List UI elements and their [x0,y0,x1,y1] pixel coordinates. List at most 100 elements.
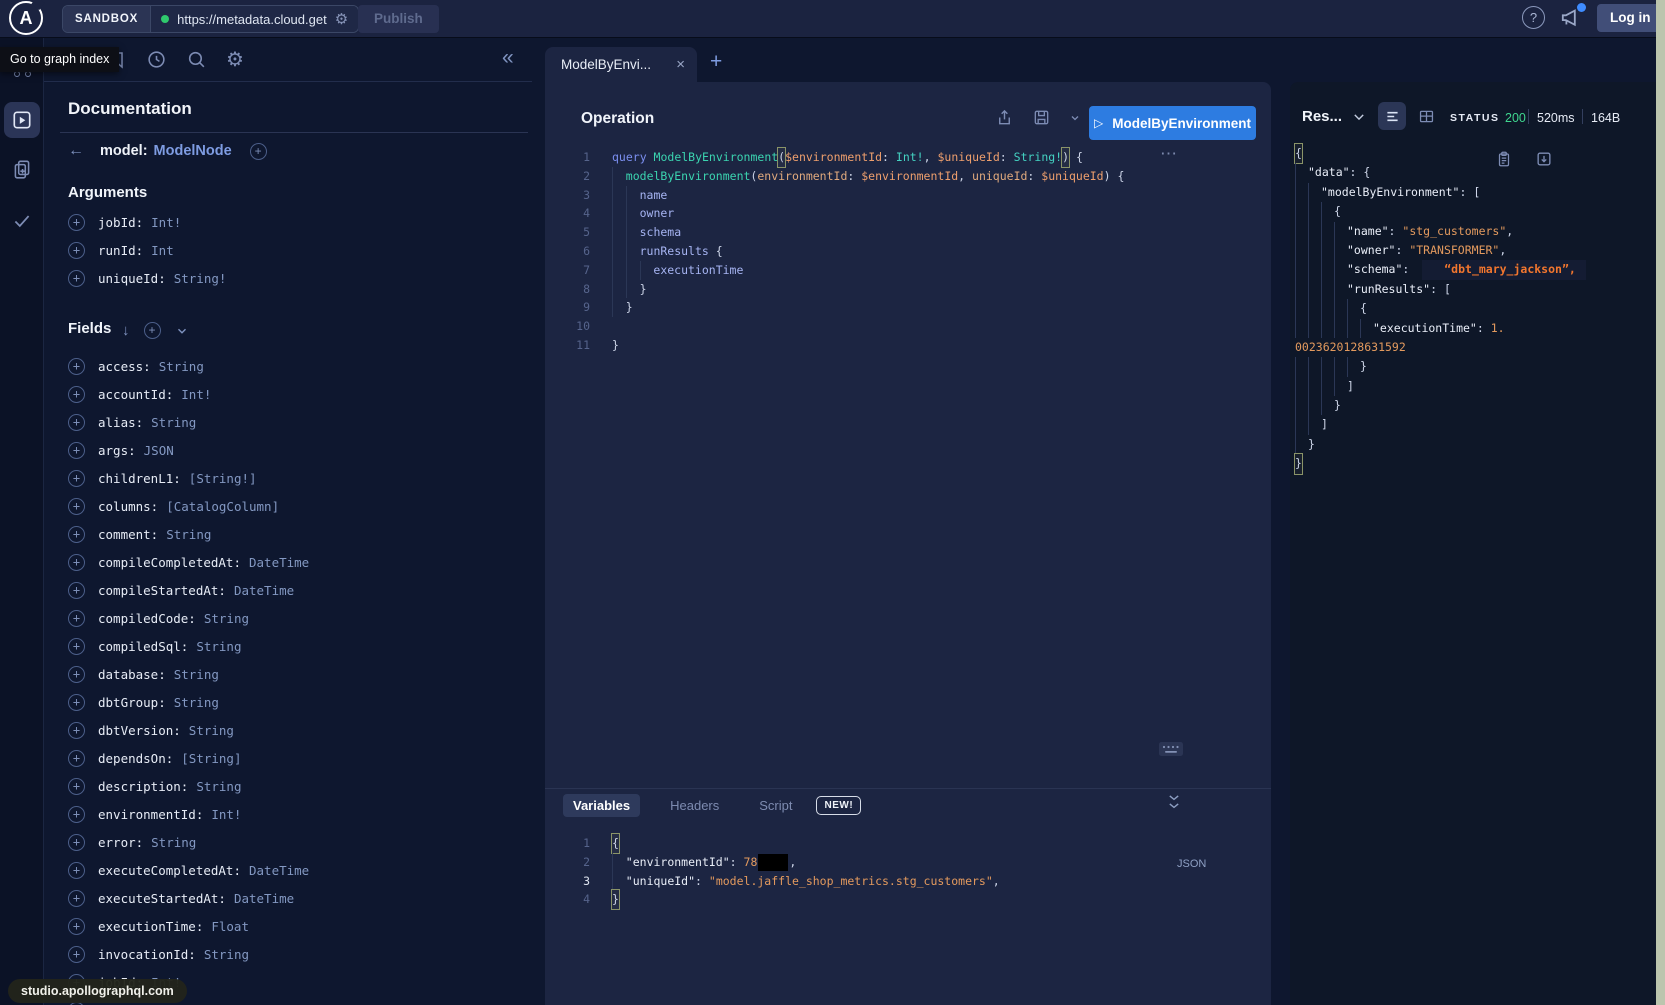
add-to-operation-icon[interactable]: + [68,750,85,767]
field-type-link[interactable]: DateTime [234,891,294,906]
field-type-link[interactable]: String [151,415,196,430]
add-to-operation-icon[interactable]: + [68,470,85,487]
code-token: : [1402,260,1416,279]
add-to-operation-icon[interactable]: + [68,806,85,823]
raw-view-button[interactable] [1378,102,1406,130]
add-to-operation-icon[interactable]: + [68,946,85,963]
add-to-operation-icon[interactable]: + [68,498,85,515]
query-editor[interactable]: 1query ModelByEnvironment($environmentId… [555,148,1255,355]
add-to-operation-icon[interactable]: + [68,414,85,431]
add-to-operation-icon[interactable]: + [68,666,85,683]
login-button[interactable]: Log in [1597,4,1664,32]
field-type-link[interactable]: String [151,835,196,850]
table-view-button[interactable] [1412,102,1440,130]
add-to-operation-icon[interactable]: + [68,358,85,375]
endpoint-settings-gear-icon[interactable]: ⚙ [335,12,348,27]
field-type-link[interactable]: [CatalogColumn] [166,499,279,514]
operation-collection-nav-item[interactable] [11,158,33,180]
back-arrow-icon[interactable]: ← [68,142,90,160]
collapse-panel-icon[interactable]: « [502,46,514,70]
variables-editor[interactable]: 1{2"environmentId": 78,3"uniqueId": "mod… [555,834,1255,909]
add-to-operation-icon[interactable]: + [68,270,85,287]
indent-guide [1295,299,1308,318]
field-type-link[interactable]: String! [174,271,227,286]
field-type-link[interactable]: String [204,947,249,962]
field-type-link[interactable]: JSON [144,443,174,458]
chevron-glyph [1352,112,1366,122]
field-row: +description:String [68,772,309,800]
add-to-operation-icon[interactable]: + [68,526,85,543]
add-to-operation-icon[interactable]: + [68,610,85,627]
tab-headers[interactable]: Headers [660,794,729,817]
field-type-link[interactable]: String [189,723,234,738]
graph-endpoint-control[interactable]: SANDBOX https://metadata.cloud.get ⚙ [62,5,359,33]
add-to-operation-icon[interactable]: + [68,694,85,711]
publish-button[interactable]: Publish [358,5,439,33]
share-operation-icon[interactable] [995,108,1014,127]
copy-response-icon[interactable] [1495,150,1513,168]
field-type-link[interactable]: String [174,695,219,710]
field-type-link[interactable]: DateTime [249,863,309,878]
tab-script[interactable]: Script [749,794,802,817]
field-type-link[interactable]: [String!] [189,471,257,486]
field-type-link[interactable]: Float [211,919,249,934]
field-type-link[interactable]: String [159,359,204,374]
response-dropdown-chevron-icon[interactable] [1352,112,1366,122]
operation-tab-title[interactable]: ModelByEnvi... [561,57,668,72]
field-type-link[interactable]: Int! [151,215,181,230]
close-tab-icon[interactable]: × [676,56,685,73]
help-icon[interactable]: ? [1522,6,1545,29]
apollo-logo-icon[interactable]: A [9,1,43,35]
field-type-link[interactable]: DateTime [234,583,294,598]
announcements-megaphone-icon[interactable] [1558,5,1584,31]
collapse-variables-icon[interactable] [1167,794,1181,810]
save-operation-icon[interactable] [1032,108,1051,127]
doc-type-link[interactable]: ModelNode [154,143,232,159]
search-icon[interactable] [186,49,207,70]
tab-variables[interactable]: Variables [563,794,640,817]
save-dropdown-chevron-icon[interactable] [1069,112,1081,124]
add-to-operation-icon[interactable]: + [68,834,85,851]
field-type-link[interactable]: String [174,667,219,682]
new-tab-icon[interactable]: + [710,50,722,74]
field-type-link[interactable]: String [204,611,249,626]
chevron-down-icon[interactable] [175,324,189,338]
checklist-nav-item[interactable] [11,210,33,232]
add-to-operation-icon[interactable]: + [68,778,85,795]
field-type-link[interactable]: Int! [211,807,241,822]
explorer-nav-item[interactable] [4,102,40,138]
add-to-operation-icon[interactable]: + [68,638,85,655]
field-type-link[interactable]: String [166,527,211,542]
history-icon[interactable] [146,49,167,70]
field-type-link[interactable]: Int! [181,387,211,402]
add-to-operation-icon[interactable]: + [68,862,85,879]
keyboard-shortcuts-icon[interactable] [1158,740,1184,758]
settings-gear-icon[interactable]: ⚙ [226,47,244,72]
add-to-operation-icon[interactable]: + [68,386,85,403]
endpoint-url-segment[interactable]: https://metadata.cloud.get ⚙ [151,6,358,32]
sort-fields-icon[interactable]: ↓ [122,322,130,339]
field-type-link[interactable]: DateTime [249,555,309,570]
field-type-link[interactable]: String [196,639,241,654]
add-to-operation-icon[interactable]: + [68,242,85,259]
add-all-fields-icon[interactable]: + [144,322,161,339]
add-to-operation-icon[interactable]: + [68,214,85,231]
response-json-viewer[interactable]: {"data": {"modelByEnvironment": [{"name"… [1295,144,1647,474]
add-model-icon[interactable]: + [250,143,267,160]
run-operation-button[interactable]: ▷ ModelByEnvironment [1089,106,1256,140]
operation-tab[interactable]: ModelByEnvi... × [545,47,697,82]
field-type-link[interactable]: String [196,779,241,794]
field-type-link[interactable]: Int [151,243,174,258]
endpoint-url[interactable]: https://metadata.cloud.get [177,12,327,27]
field-type-link[interactable]: [String] [181,751,241,766]
add-to-operation-icon[interactable]: + [68,918,85,935]
add-to-operation-icon[interactable]: + [68,582,85,599]
add-to-operation-icon[interactable]: + [68,890,85,907]
add-to-operation-icon[interactable]: + [68,442,85,459]
response-title[interactable]: Res... [1302,108,1342,125]
code-token: : [1000,148,1014,167]
add-to-operation-icon[interactable]: + [68,722,85,739]
add-to-operation-icon[interactable]: + [68,554,85,571]
documentation-divider [60,132,528,133]
download-response-icon[interactable] [1535,150,1553,168]
